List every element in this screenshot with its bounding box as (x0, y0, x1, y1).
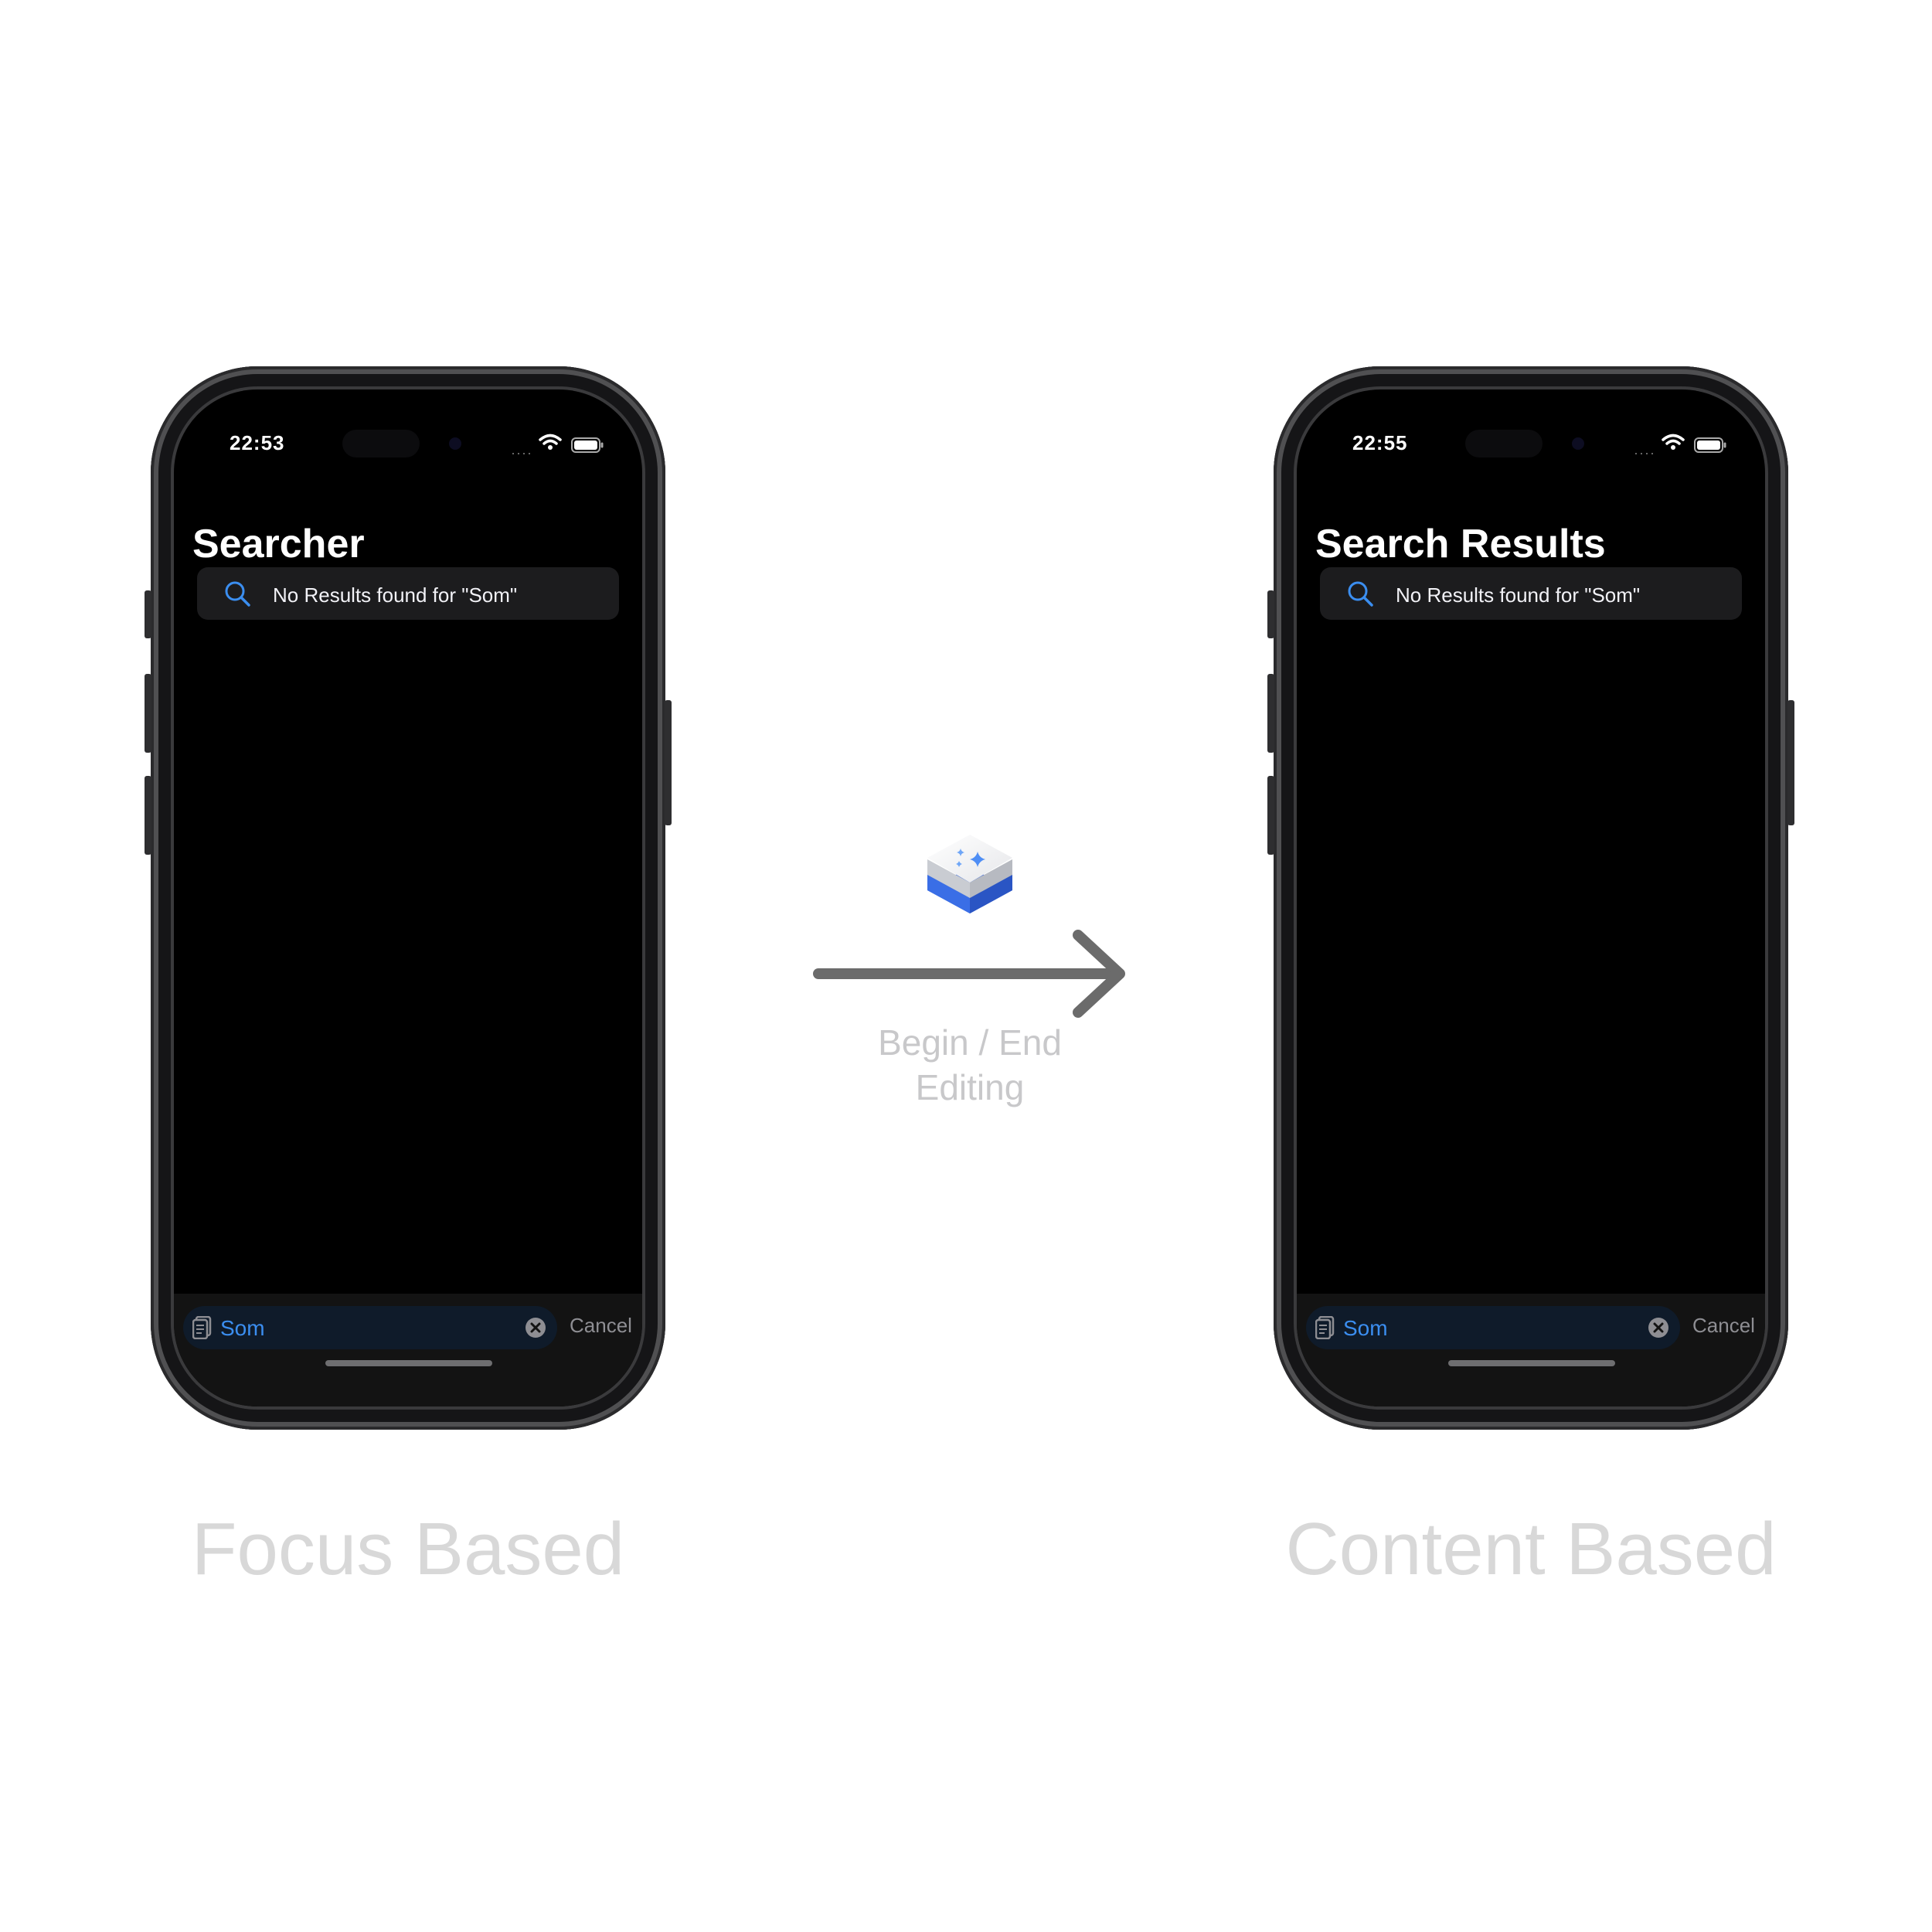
battery-icon (1694, 437, 1726, 453)
caption-content-based: Content Based (1285, 1508, 1777, 1590)
volume-up-button (1267, 674, 1274, 753)
signal-icon: ···· (1634, 445, 1655, 461)
no-results-banner: No Results found for "Som" (197, 567, 619, 620)
search-input-value[interactable]: Som (220, 1316, 265, 1341)
action-button (1267, 590, 1274, 638)
volume-down-button (145, 776, 151, 855)
dynamic-island (1465, 430, 1543, 457)
arrow-right-icon (813, 930, 1125, 1018)
transition-label-line1: Begin / End (878, 1022, 1062, 1063)
home-indicator (325, 1360, 492, 1366)
phone-content-based: 22:55 ···· Search Results No Results fou… (1267, 366, 1794, 1430)
search-field[interactable]: Som (1306, 1306, 1680, 1349)
status-time: 22:53 (230, 431, 285, 454)
power-button (665, 700, 672, 825)
search-icon (1348, 581, 1373, 607)
transition-label: Begin / End Editing (808, 1020, 1132, 1110)
battery-icon (571, 437, 604, 453)
clear-icon[interactable] (525, 1317, 546, 1338)
search-field[interactable]: Som (183, 1306, 557, 1349)
camera-dot (1572, 437, 1584, 450)
navigation-title: Search Results (1315, 522, 1606, 566)
navigation-title: Searcher (192, 522, 365, 566)
transition-label-line2: Editing (915, 1067, 1025, 1107)
home-indicator (1448, 1360, 1615, 1366)
cancel-button[interactable]: Cancel (1692, 1314, 1755, 1338)
search-icon (225, 581, 250, 607)
cancel-button[interactable]: Cancel (570, 1314, 632, 1338)
wifi-icon (1662, 434, 1685, 450)
volume-down-button (1267, 776, 1274, 855)
no-results-text: No Results found for "Som" (1396, 583, 1641, 607)
transition-indicator: Begin / End Editing (808, 827, 1132, 1121)
bottom-search-bar: Som Cancel (1297, 1294, 1765, 1406)
camera-dot (449, 437, 461, 450)
volume-up-button (145, 674, 151, 753)
status-time: 22:55 (1352, 431, 1408, 454)
document-icon (1315, 1316, 1335, 1339)
dynamic-island (342, 430, 420, 457)
bottom-search-bar: Som Cancel (174, 1294, 642, 1406)
no-results-banner: No Results found for "Som" (1320, 567, 1742, 620)
no-results-text: No Results found for "Som" (273, 583, 518, 607)
wifi-icon (539, 434, 562, 450)
power-button (1787, 700, 1794, 825)
sparkle-app-icon (927, 835, 1012, 913)
screen: 22:53 ···· Searcher No Results found for… (174, 389, 642, 1406)
caption-focus-based: Focus Based (191, 1508, 625, 1590)
phone-focus-based: 22:53 ···· Searcher No Results found for… (145, 366, 672, 1430)
action-button (145, 590, 151, 638)
search-input-value[interactable]: Som (1343, 1316, 1388, 1341)
document-icon (192, 1316, 212, 1339)
signal-icon: ···· (511, 445, 532, 461)
clear-icon[interactable] (1648, 1317, 1669, 1338)
screen: 22:55 ···· Search Results No Results fou… (1297, 389, 1765, 1406)
